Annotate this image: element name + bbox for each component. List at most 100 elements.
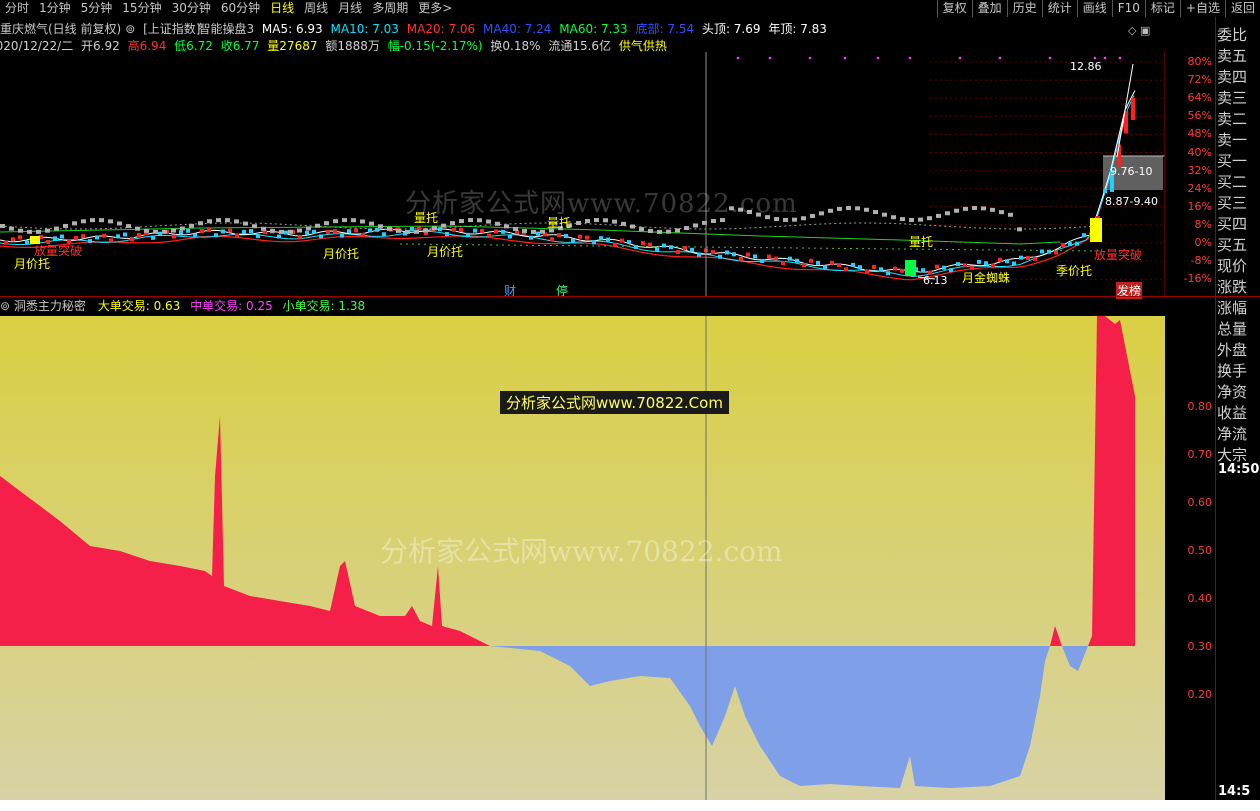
gray-candle bbox=[261, 226, 266, 231]
label-breakout-2: 放量突破 bbox=[1094, 248, 1143, 262]
dropdown-icon[interactable]: ⊚ bbox=[125, 22, 135, 36]
side-item[interactable]: 外盘 bbox=[1217, 340, 1260, 361]
candle bbox=[116, 234, 120, 239]
pink-dot bbox=[736, 56, 740, 60]
candle bbox=[746, 252, 750, 257]
gray-candle bbox=[405, 229, 410, 234]
candle bbox=[732, 252, 736, 257]
toolbar-button[interactable]: F10 bbox=[1111, 0, 1145, 17]
candle bbox=[368, 228, 372, 233]
side-item[interactable]: 卖三 bbox=[1217, 88, 1260, 109]
price-axis-label: 40% bbox=[1187, 145, 1212, 159]
side-item[interactable]: 换手 bbox=[1217, 361, 1260, 382]
candle bbox=[802, 263, 806, 268]
stock-name[interactable]: 重庆燃气(日线 前复权) bbox=[0, 22, 121, 36]
timeframe-tab[interactable]: 5分钟 bbox=[76, 0, 118, 17]
gray-candle bbox=[171, 228, 176, 233]
side-item[interactable]: 卖四 bbox=[1217, 67, 1260, 88]
side-item[interactable]: 卖二 bbox=[1217, 109, 1260, 130]
timeframe-tab[interactable]: 日线 bbox=[265, 0, 299, 17]
toolbar-button[interactable]: 历史 bbox=[1006, 0, 1042, 17]
candle bbox=[1033, 256, 1037, 261]
toolbar-button[interactable]: 统计 bbox=[1041, 0, 1077, 17]
gray-candle bbox=[90, 218, 95, 223]
sub-watermark: 分析家公式网www.70822.com bbox=[380, 535, 783, 568]
side-item[interactable]: 净流 bbox=[1217, 424, 1260, 445]
side-item[interactable]: 收益 bbox=[1217, 403, 1260, 424]
side-item[interactable]: 买四 bbox=[1217, 214, 1260, 235]
quote-concept[interactable]: 供气供热 bbox=[619, 39, 667, 53]
side-item[interactable]: 委比 bbox=[1217, 25, 1260, 46]
side-item[interactable]: 卖五 bbox=[1217, 46, 1260, 67]
candle bbox=[830, 260, 834, 265]
toolbar-button[interactable]: +自选 bbox=[1179, 0, 1225, 17]
price-chart[interactable] bbox=[0, 52, 1165, 297]
side-item[interactable]: 买五 bbox=[1217, 235, 1260, 256]
indicator-header: 重庆燃气(日线 前复权) ⊚ [上证指数]智能操盘3 MA5: 6.93 MA10… bbox=[0, 20, 831, 37]
label-volume-support-3: 量托 bbox=[909, 235, 934, 249]
index-name[interactable]: [上证指数] bbox=[143, 22, 200, 36]
side-item[interactable]: 涨跌 bbox=[1217, 277, 1260, 298]
timeframe-tab[interactable]: 周线 bbox=[299, 0, 333, 17]
timeframe-tab[interactable]: 月线 bbox=[333, 0, 367, 17]
gray-candle bbox=[657, 229, 662, 234]
candle bbox=[935, 264, 939, 269]
side-time-2: 14:5 bbox=[1218, 784, 1251, 799]
timeframe-tab[interactable]: 分时 bbox=[0, 0, 34, 17]
diamond-icon[interactable]: ◇ bbox=[1128, 24, 1136, 37]
side-item[interactable]: 卖一 bbox=[1217, 130, 1260, 151]
side-item[interactable]: 涨幅 bbox=[1217, 298, 1260, 319]
pink-dot bbox=[876, 56, 880, 60]
side-item[interactable]: 买二 bbox=[1217, 172, 1260, 193]
green-dotted-line bbox=[399, 243, 1101, 252]
candle bbox=[459, 228, 463, 233]
quote-close: 收6.77 bbox=[220, 39, 260, 53]
price-axis-label: 64% bbox=[1187, 91, 1212, 105]
toolbar-button[interactable]: 返回 bbox=[1224, 0, 1260, 17]
maximize-icon[interactable]: ▣ bbox=[1140, 24, 1150, 37]
toolbar-button[interactable]: 标记 bbox=[1144, 0, 1180, 17]
timeframe-tab[interactable]: 多周期 bbox=[367, 0, 413, 17]
side-panel: 委比 卖五 卖四 卖三 卖二 卖一 买一 买二 买三 买四 买五 现价 涨跌 涨幅 总量 外盘 换手 净资 收益 净流… bbox=[1217, 25, 1260, 466]
gray-candle bbox=[936, 213, 941, 218]
quote-high: 高6.94 bbox=[127, 39, 167, 53]
candle bbox=[326, 229, 330, 234]
gray-candle bbox=[270, 228, 275, 233]
timeframe-tab[interactable]: 60分钟 bbox=[216, 0, 265, 17]
side-item[interactable]: 买一 bbox=[1217, 151, 1260, 172]
candle bbox=[298, 234, 302, 239]
candle bbox=[795, 258, 799, 263]
panel-icons: ◇ ▣ bbox=[1128, 24, 1150, 37]
side-item[interactable]: 总量 bbox=[1217, 319, 1260, 340]
pink-dot bbox=[768, 56, 772, 60]
candle bbox=[81, 234, 85, 239]
toolbar-button[interactable]: 复权 bbox=[936, 0, 972, 17]
toolbar-button[interactable]: 叠加 bbox=[971, 0, 1007, 17]
candle bbox=[571, 238, 575, 243]
timeframe-tab[interactable]: 15分钟 bbox=[117, 0, 166, 17]
candle bbox=[844, 267, 848, 272]
gray-candle bbox=[522, 228, 527, 233]
candle bbox=[263, 230, 267, 235]
side-item[interactable]: 净资 bbox=[1217, 382, 1260, 403]
candle bbox=[18, 235, 22, 240]
gray-candle bbox=[315, 223, 320, 228]
timeframe-tab[interactable]: 更多> bbox=[413, 0, 457, 17]
candle bbox=[837, 263, 841, 268]
candle bbox=[977, 259, 981, 264]
candle bbox=[200, 229, 204, 234]
bottom-frame bbox=[0, 800, 1260, 811]
toolbar-button[interactable]: 画线 bbox=[1076, 0, 1112, 17]
sub-indicator-name[interactable]: 洞悉主力秘密 bbox=[14, 299, 86, 313]
candle bbox=[347, 229, 351, 234]
indicator-name[interactable]: 智能操盘3 bbox=[198, 22, 254, 36]
side-item[interactable]: 现价 bbox=[1217, 256, 1260, 277]
timeframe-tab[interactable]: 1分钟 bbox=[34, 0, 76, 17]
sub-dropdown-icon[interactable]: ⊚ bbox=[0, 299, 10, 313]
sub-axis-label: 0.50 bbox=[1187, 544, 1213, 557]
gray-candle bbox=[1008, 212, 1013, 217]
candle bbox=[179, 230, 183, 235]
timeframe-tab[interactable]: 30分钟 bbox=[167, 0, 216, 17]
side-item[interactable]: 买三 bbox=[1217, 193, 1260, 214]
label-quarter-support: 季价托 bbox=[1056, 264, 1093, 278]
